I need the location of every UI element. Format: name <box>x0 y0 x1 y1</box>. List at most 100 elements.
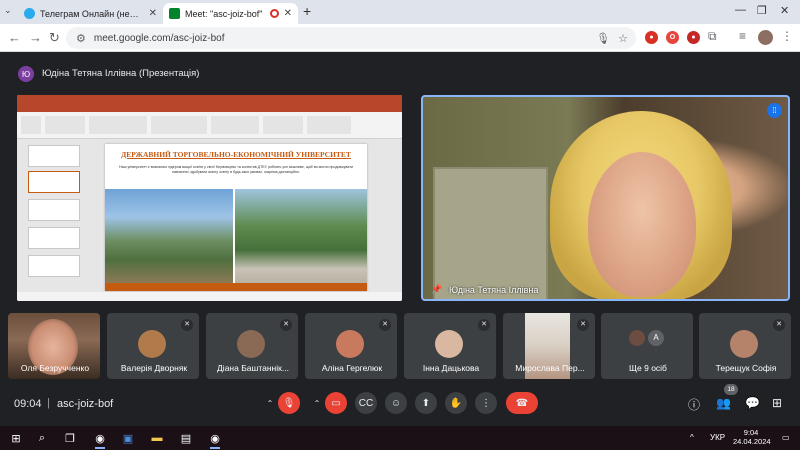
chrome-icon[interactable]: ◉ <box>92 430 108 449</box>
participant-avatar <box>629 330 645 346</box>
mic-off-button[interactable]: 🎙 <box>278 392 300 414</box>
search-icon[interactable]: ⌕ <box>34 430 50 446</box>
participant-name: Аліна Гергелюк <box>321 363 383 373</box>
windows-start-icon[interactable]: ⊞ <box>8 430 24 446</box>
people-icon[interactable]: 👥 <box>716 396 731 410</box>
mic-off-icon: ✕ <box>280 319 292 331</box>
participant-tile[interactable]: ✕ Валерія Дворняк <box>107 313 199 379</box>
slide-title: ДЕРЖАВНИЙ ТОРГОВЕЛЬНО-ЕКОНОМІЧНИЙ УНІВЕР… <box>121 150 351 159</box>
participant-avatar <box>237 330 265 358</box>
background-door <box>433 167 548 299</box>
notifications-icon[interactable]: ▭ <box>782 433 790 442</box>
grouped-avatars: А <box>629 330 664 346</box>
more-options-button[interactable]: ⋮ <box>475 392 497 414</box>
system-clock[interactable]: 9:04 24.04.2024 <box>733 428 771 446</box>
back-icon[interactable]: ← <box>8 30 21 45</box>
meet-icon <box>169 8 180 19</box>
extension-icon[interactable]: ● <box>645 31 658 44</box>
presenter-avatar: Ю <box>18 66 34 82</box>
more-participants-tile[interactable]: А Ще 9 осіб <box>601 313 693 379</box>
keyboard-language[interactable]: УКР <box>710 433 725 442</box>
participant-name: Валерія Дворняк <box>120 363 188 373</box>
slide-thumbnail[interactable] <box>28 255 80 277</box>
url-text[interactable]: meet.google.com/asc-joiz-bof <box>94 33 588 44</box>
file-explorer-icon[interactable]: ▬ <box>149 430 165 446</box>
chat-icon[interactable]: 💬 <box>745 396 760 410</box>
meeting-code: asc-joiz-bof <box>57 398 114 410</box>
powerpoint-workspace: ДЕРЖАВНИЙ ТОРГОВЕЛЬНО-ЕКОНОМІЧНИЙ УНІВЕР… <box>17 139 402 292</box>
mic-off-icon: ✕ <box>773 319 785 331</box>
microphone-icon[interactable]: 🎙 <box>596 32 610 45</box>
university-building-photo <box>105 189 233 283</box>
captions-button[interactable]: CC <box>355 392 377 414</box>
chrome-icon[interactable]: ◉ <box>207 430 223 449</box>
close-window-icon[interactable]: ✕ <box>780 4 789 17</box>
extension-icon[interactable]: ● <box>687 31 700 44</box>
omnibox[interactable]: ⚙ meet.google.com/asc-joiz-bof 🎙 ☆ <box>66 27 636 49</box>
profile-avatar[interactable] <box>758 30 773 45</box>
tab-title: Телеграм Онлайн (неофіційний) <box>40 8 144 19</box>
reload-icon[interactable]: ↻ <box>49 30 60 46</box>
camera-off-button[interactable]: ▭ <box>325 392 347 414</box>
speaker-face <box>588 152 696 297</box>
slide-thumbnail[interactable] <box>28 199 80 221</box>
leave-call-button[interactable]: ☎ <box>506 392 538 414</box>
slide-thumbnail[interactable] <box>28 227 80 249</box>
close-tab-icon[interactable]: ✕ <box>284 8 292 19</box>
participant-count-badge: 18 <box>724 384 738 395</box>
video-options-chevron-icon[interactable]: ⌃ <box>311 392 323 414</box>
powerpoint-ribbon <box>17 112 402 139</box>
bookmark-star-icon[interactable]: ☆ <box>618 32 628 45</box>
opera-extension-icon[interactable]: O <box>666 31 679 44</box>
slide-thumbnail[interactable] <box>28 145 80 167</box>
participant-name: Оля Безручченко <box>20 363 90 373</box>
speaker-video-tile[interactable]: ⁞⁞ 📌 Юдіна Тетяна Іллівна <box>421 95 790 301</box>
task-view-icon[interactable]: ❐ <box>62 430 78 446</box>
meeting-info-icon[interactable]: ⓘ <box>688 396 700 413</box>
outlook-icon[interactable]: ▣ <box>120 430 136 446</box>
participant-avatar <box>435 330 463 358</box>
tray-chevron-icon[interactable]: ^ <box>690 433 694 442</box>
participant-avatar <box>336 330 364 358</box>
forward-icon[interactable]: → <box>29 30 42 45</box>
participant-tile[interactable]: ✕ Мирослава Пер... <box>503 313 595 379</box>
restore-icon[interactable]: ❐ <box>757 4 767 17</box>
participant-tile[interactable]: ✕ Аліна Гергелюк <box>305 313 397 379</box>
participant-name: Інна Дацькова <box>422 363 480 373</box>
separator: | <box>47 397 50 409</box>
app-icon[interactable]: ▤ <box>178 430 194 446</box>
tab-meet[interactable]: Meet: "asc-joiz-bof" ✕ <box>163 3 298 24</box>
recording-icon <box>269 9 279 18</box>
participant-initial-avatar: А <box>648 330 664 346</box>
minimize-icon[interactable]: — <box>735 4 746 16</box>
slide-footer-band <box>105 283 367 291</box>
powerpoint-statusbar <box>17 292 402 301</box>
site-info-icon[interactable]: ⚙ <box>76 32 86 45</box>
participant-tile[interactable]: ✕ Діана Баштаннік... <box>206 313 298 379</box>
mic-off-icon: ✕ <box>379 319 391 331</box>
slide-thumbnail[interactable] <box>28 171 80 193</box>
campus-fountain-photo <box>235 189 367 283</box>
presentation-tile[interactable]: ДЕРЖАВНИЙ ТОРГОВЕЛЬНО-ЕКОНОМІЧНИЙ УНІВЕР… <box>17 95 402 301</box>
pin-icon[interactable]: 📌 <box>431 284 442 295</box>
mic-off-icon: ✕ <box>478 319 490 331</box>
participant-tile[interactable]: Оля Безручченко <box>8 313 100 379</box>
menu-kebab-icon[interactable]: ⋮ <box>781 29 793 43</box>
more-participants-label: Ще 9 осіб <box>629 363 667 373</box>
raise-hand-button[interactable]: ✋ <box>445 392 467 414</box>
tab-telegram[interactable]: Телеграм Онлайн (неофіційний) ✕ <box>18 3 163 24</box>
present-screen-button[interactable]: ⬆ <box>415 392 437 414</box>
new-tab-button[interactable]: + <box>303 3 311 19</box>
participant-name: Діана Баштаннік... <box>217 363 289 373</box>
participant-tile[interactable]: ✕ Терещук Софія <box>699 313 791 379</box>
current-slide: ДЕРЖАВНИЙ ТОРГОВЕЛЬНО-ЕКОНОМІЧНИЙ УНІВЕР… <box>105 144 367 291</box>
media-icon[interactable]: ≡ <box>739 29 746 43</box>
browser-tab-strip: ⌄ Телеграм Онлайн (неофіційний) ✕ Meet: … <box>0 0 800 24</box>
reactions-button[interactable]: ☺ <box>385 392 407 414</box>
participant-tile[interactable]: ✕ Інна Дацькова <box>404 313 496 379</box>
audio-options-chevron-icon[interactable]: ⌃ <box>264 392 276 414</box>
activities-icon[interactable]: ⊞ <box>772 396 782 410</box>
close-tab-icon[interactable]: ✕ <box>149 8 157 19</box>
tab-search-icon[interactable]: ⌄ <box>4 5 12 16</box>
extensions-puzzle-icon[interactable]: ⧉ <box>708 29 717 44</box>
